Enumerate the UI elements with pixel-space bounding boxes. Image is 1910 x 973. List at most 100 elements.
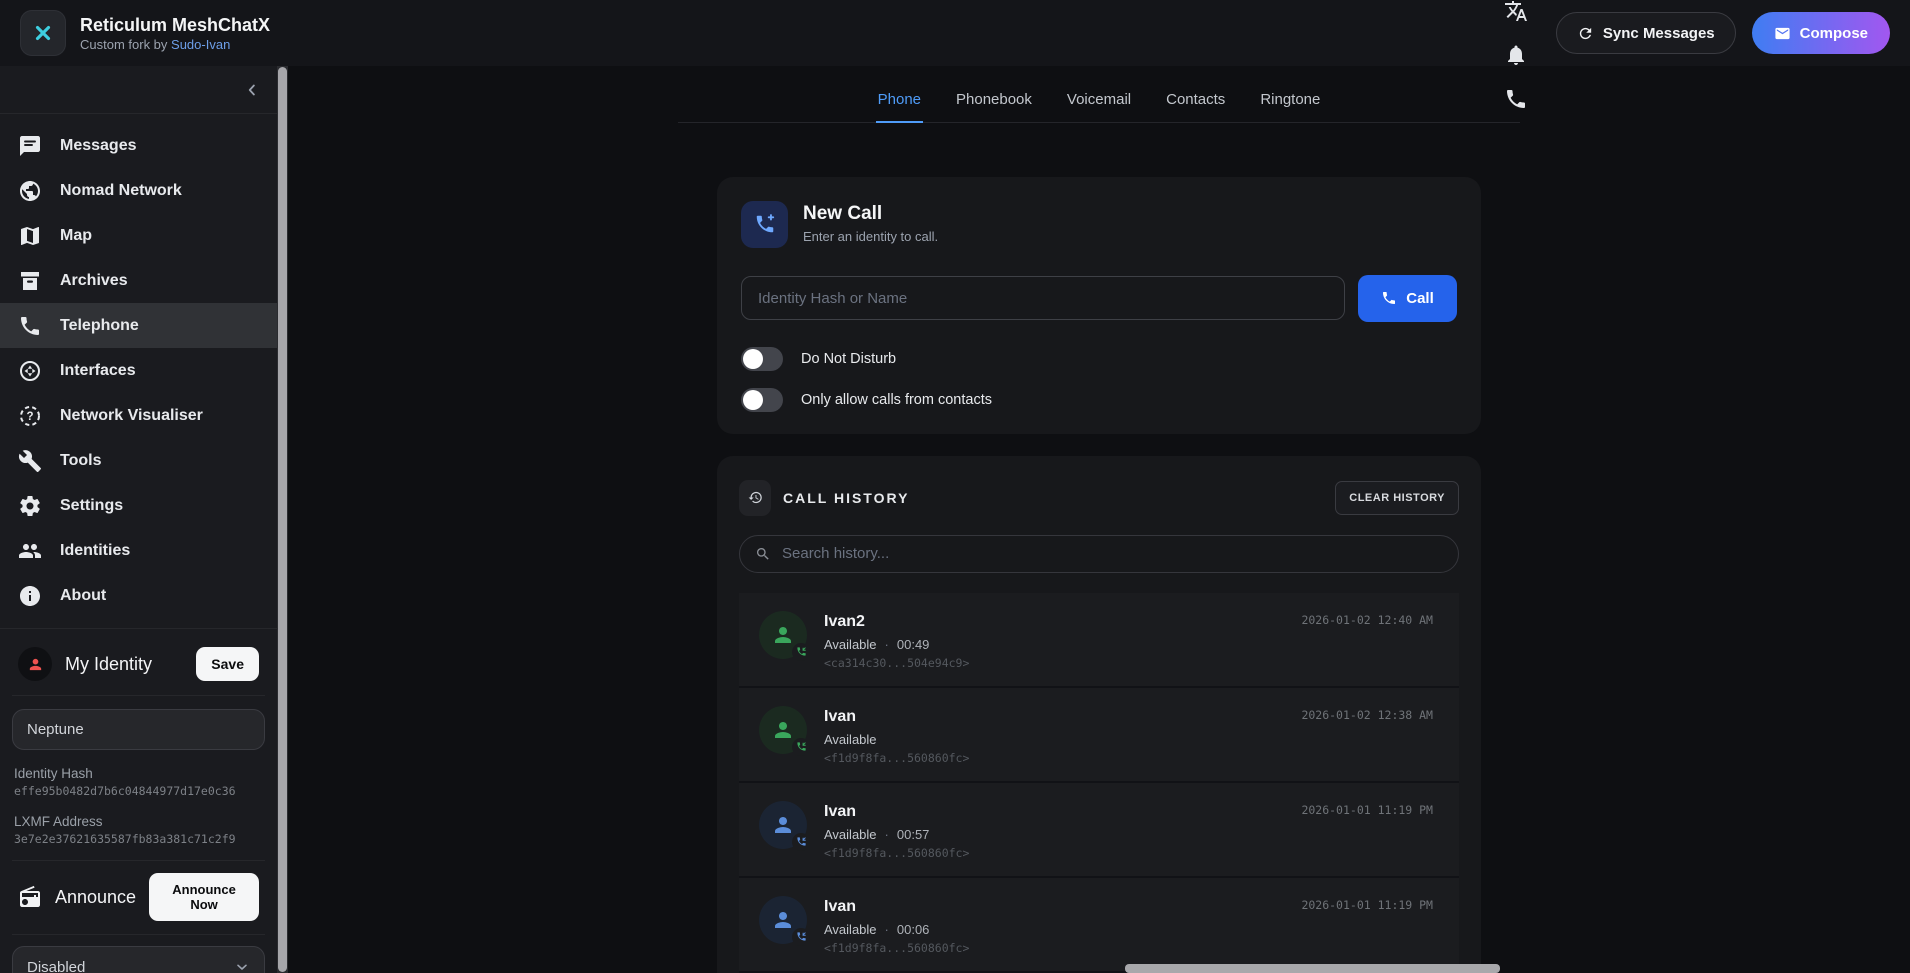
my-identity-avatar bbox=[18, 647, 52, 681]
app-title-block: Reticulum MeshChatX Custom fork by Sudo-… bbox=[80, 14, 270, 52]
caller-avatar bbox=[759, 611, 807, 659]
call-history-list: Ivan2Available·00:49<ca314c30...504e94c9… bbox=[739, 593, 1459, 973]
translate-icon bbox=[1504, 0, 1528, 23]
sidebar-item-label: Map bbox=[60, 227, 92, 245]
new-call-title: New Call bbox=[803, 203, 938, 225]
chat-icon bbox=[18, 134, 42, 158]
sidebar-item-label: Interfaces bbox=[60, 362, 136, 380]
clear-history-button[interactable]: CLEAR HISTORY bbox=[1335, 481, 1459, 515]
sidebar-nav: Messages Nomad Network Map Archives Telephon… bbox=[0, 114, 277, 629]
announce-title: Announce bbox=[55, 887, 136, 908]
person-icon bbox=[771, 718, 795, 742]
do-not-disturb-toggle[interactable] bbox=[741, 347, 783, 371]
sidebar-item-tools[interactable]: Tools bbox=[0, 438, 277, 483]
sidebar-item-label: Identities bbox=[60, 542, 130, 560]
call-history-entry[interactable]: IvanAvailable·00:06<f1d9f8fa...560860fc>… bbox=[739, 878, 1459, 973]
compose-button[interactable]: Compose bbox=[1752, 12, 1890, 54]
call-identity-input[interactable] bbox=[741, 276, 1345, 320]
sidebar-item-network-visualiser[interactable]: ?Network Visualiser bbox=[0, 393, 277, 438]
search-icon bbox=[755, 546, 771, 562]
network-icon: ? bbox=[18, 404, 42, 428]
call-button[interactable]: Call bbox=[1358, 275, 1457, 322]
main-content: PhonePhonebookVoicemailContactsRingtone … bbox=[288, 66, 1910, 973]
announce-now-button[interactable]: Announce Now bbox=[149, 873, 259, 921]
sidebar-item-label: Telephone bbox=[60, 317, 139, 335]
call-history-entry[interactable]: IvanAvailable<f1d9f8fa...560860fc>2026-0… bbox=[739, 688, 1459, 783]
identity-hash-label: Identity Hash bbox=[12, 766, 265, 781]
identity-name-input[interactable] bbox=[12, 709, 265, 750]
notifications-button[interactable] bbox=[1494, 33, 1538, 77]
history-search-input[interactable] bbox=[782, 545, 1443, 562]
sidebar-item-messages[interactable]: Messages bbox=[0, 123, 277, 168]
sidebar-scrollbar-thumb[interactable] bbox=[278, 67, 287, 972]
sidebar-item-identities[interactable]: Identities bbox=[0, 528, 277, 573]
call-history-title: CALL HISTORY bbox=[783, 490, 909, 506]
sidebar-item-settings[interactable]: Settings bbox=[0, 483, 277, 528]
history-search-box bbox=[739, 535, 1459, 573]
app-header: Reticulum MeshChatX Custom fork by Sudo-… bbox=[0, 0, 1910, 66]
sidebar-item-label: Messages bbox=[60, 137, 137, 155]
phone-incoming-icon bbox=[792, 643, 810, 661]
contacts-only-label: Only allow calls from contacts bbox=[801, 392, 992, 408]
phone-incoming-icon bbox=[792, 833, 810, 851]
svg-text:?: ? bbox=[26, 411, 33, 423]
caller-status: Available bbox=[824, 827, 877, 842]
info-icon bbox=[18, 584, 42, 608]
tab-voicemail[interactable]: Voicemail bbox=[1065, 91, 1133, 122]
globe-icon bbox=[18, 179, 42, 203]
collapse-sidebar-button[interactable] bbox=[243, 81, 261, 99]
subtitle-author-link[interactable]: Sudo-Ivan bbox=[171, 37, 230, 52]
phone-incoming-icon bbox=[792, 928, 810, 946]
interfaces-icon bbox=[18, 359, 42, 383]
phone-icon bbox=[1504, 87, 1528, 111]
logo-x-icon bbox=[32, 22, 54, 44]
call-timestamp: 2026-01-02 12:40 AM bbox=[1301, 613, 1433, 627]
app-subtitle: Custom fork by Sudo-Ivan bbox=[80, 37, 270, 52]
tab-phonebook[interactable]: Phonebook bbox=[954, 91, 1034, 122]
save-identity-button[interactable]: Save bbox=[196, 647, 259, 681]
call-history-entry[interactable]: Ivan2Available·00:49<ca314c30...504e94c9… bbox=[739, 593, 1459, 688]
tab-contacts[interactable]: Contacts bbox=[1164, 91, 1227, 122]
sidebar-item-interfaces[interactable]: Interfaces bbox=[0, 348, 277, 393]
caller-name: Ivan bbox=[824, 708, 969, 726]
contacts-only-toggle[interactable] bbox=[741, 388, 783, 412]
new-call-subtitle: Enter an identity to call. bbox=[803, 229, 938, 244]
phone-icon bbox=[1381, 290, 1397, 306]
sidebar-item-about[interactable]: About bbox=[0, 573, 277, 618]
sidebar-item-map[interactable]: Map bbox=[0, 213, 277, 258]
person-icon bbox=[27, 656, 44, 673]
phone-button[interactable] bbox=[1494, 77, 1538, 121]
my-identity-header: My Identity Save bbox=[12, 641, 265, 696]
sidebar-scrollbar-track[interactable] bbox=[277, 66, 288, 973]
person-icon bbox=[771, 813, 795, 837]
new-call-card: New Call Enter an identity to call. Call… bbox=[717, 177, 1481, 434]
history-icon-tile bbox=[739, 480, 771, 516]
announce-header: Announce Announce Now bbox=[12, 860, 265, 935]
app-logo bbox=[20, 10, 66, 56]
tab-phone[interactable]: Phone bbox=[876, 91, 923, 123]
lxmf-address-label: LXMF Address bbox=[12, 814, 265, 829]
caller-status: Available bbox=[824, 922, 877, 937]
sidebar-item-telephone[interactable]: Telephone bbox=[0, 303, 277, 348]
identity-hash-value: effe95b0482d7b6c04844977d17e0c36 bbox=[12, 784, 265, 798]
sync-messages-button[interactable]: Sync Messages bbox=[1556, 12, 1736, 54]
horizontal-scrollbar-thumb[interactable] bbox=[1125, 964, 1500, 973]
wrench-icon bbox=[18, 449, 42, 473]
call-history-entry[interactable]: IvanAvailable·00:57<f1d9f8fa...560860fc>… bbox=[739, 783, 1459, 878]
language-button[interactable] bbox=[1494, 0, 1538, 33]
sidebar-item-label: Settings bbox=[60, 497, 123, 515]
sidebar-item-nomad-network[interactable]: Nomad Network bbox=[0, 168, 277, 213]
phone-plus-icon bbox=[754, 213, 776, 235]
lxmf-address-value: 3e7e2e37621635587fb83a381c71c2f9 bbox=[12, 832, 265, 846]
call-history-card: CALL HISTORY CLEAR HISTORY Ivan2Availabl… bbox=[717, 456, 1481, 973]
sidebar-item-archives[interactable]: Archives bbox=[0, 258, 277, 303]
header-actions: Sync Messages Compose bbox=[1494, 0, 1890, 121]
announce-interval-select[interactable]: Disabled bbox=[12, 946, 265, 973]
tab-ringtone[interactable]: Ringtone bbox=[1258, 91, 1322, 122]
call-duration: 00:06 bbox=[897, 922, 930, 937]
peer-hash: <ca314c30...504e94c9> bbox=[824, 656, 969, 670]
app-title: Reticulum MeshChatX bbox=[80, 14, 270, 37]
caller-avatar bbox=[759, 706, 807, 754]
caller-avatar bbox=[759, 896, 807, 944]
bell-icon bbox=[1504, 43, 1528, 67]
